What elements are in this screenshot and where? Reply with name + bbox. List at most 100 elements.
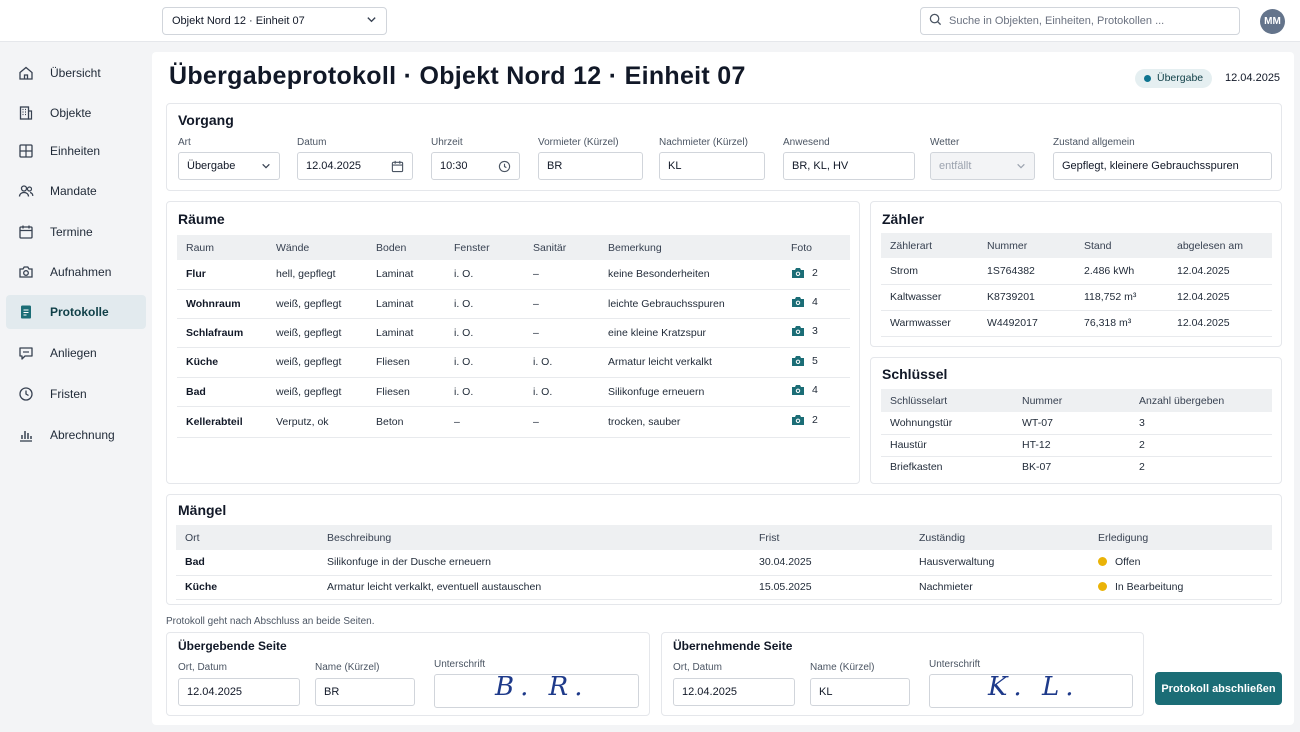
photo-count: 2 [812,414,818,426]
search-input[interactable] [949,15,1219,27]
sidebar-item-protokolle[interactable]: Protokolle [6,295,146,329]
column-header: Zuständig [910,525,1089,550]
cell-raum: Wohnraum [177,289,267,319]
camera-icon [19,266,33,278]
header-date: 12.04.2025 [1225,72,1281,84]
column-header: Foto [782,235,850,260]
sidebar-item-mandate[interactable]: Mandate [6,174,146,208]
cell-anzahl: 3 [1130,412,1272,435]
table-row[interactable]: Warmwasser W4492017 76,318 m³ 12.04.2025 [881,310,1272,337]
wetter-select: entfällt [930,152,1035,180]
cell-foto[interactable]: 4 [782,377,850,407]
sidebar-item-termine[interactable]: Termine [6,215,146,249]
column-header: Raum [177,235,267,260]
table-row[interactable]: Kaltwasser K8739201 118,752 m³ 12.04.202… [881,284,1272,311]
table-row[interactable]: Kellerabteil Verputz, ok Beton – – trock… [177,406,850,438]
sidebar-item-aufnahmen[interactable]: Aufnahmen [6,255,146,289]
cell-fenster: i. O. [445,260,524,290]
table-row[interactable]: Bad weiß, gepflegt Fliesen i. O. i. O. S… [177,377,850,407]
table-row[interactable]: Flur hell, gepflegt Laminat i. O. – kein… [177,260,850,290]
cell-frist: 30.04.2025 [750,550,910,576]
user-avatar[interactable]: MM [1260,9,1285,34]
table-row[interactable]: Haustür HT-12 2 [881,434,1272,457]
calendar-icon[interactable] [391,160,404,173]
cell-waende: weiß, gepflegt [267,289,367,319]
table-row[interactable]: Bad Silikonfuge in der Dusche erneuern 3… [176,550,1272,576]
column-header: Ort [176,525,318,550]
cell-foto[interactable]: 5 [782,347,850,378]
object-unit-selector[interactable]: Objekt Nord 12 · Einheit 07 [162,7,387,35]
uebernehmend-signature-pad[interactable]: K. L. [929,672,1133,708]
anwesend-label: Anwesend [783,137,830,148]
camera-icon [792,415,804,425]
table-row[interactable]: Wohnungstür WT-07 3 [881,412,1272,435]
column-header: Nummer [1013,389,1130,412]
sidebar-item-label: Fristen [50,387,87,401]
cell-foto[interactable]: 3 [782,318,850,348]
cell-bemerkung: trocken, sauber [599,406,782,438]
cell-sanitaer: – [524,289,599,319]
chevron-down-icon [1016,161,1026,171]
cell-beschreibung: Silikonfuge in der Dusche erneuern [318,550,750,576]
table-row[interactable]: Küche Armatur leicht verkalkt, eventuell… [176,575,1272,600]
uebergebend-signature-pad[interactable]: B. R. [434,672,639,708]
nachmieter-label: Nachmieter (Kürzel) [659,137,748,148]
photo-count: 2 [812,266,818,279]
uebernehmend-name-field[interactable]: KL [810,678,910,706]
table-header: Schlüsselart Nummer Anzahl übergeben [881,389,1272,412]
table-row[interactable]: Strom 1S764382 2.486 kWh 12.04.2025 [881,258,1272,285]
wetter-value: entfällt [939,160,972,172]
zustand-field[interactable]: Gepflegt, kleinere Gebrauchsspuren [1053,152,1272,180]
cell-fenster: i. O. [445,289,524,319]
units-icon [19,144,33,158]
cell-fenster: i. O. [445,347,524,378]
clock-icon[interactable] [498,160,511,173]
column-header: Schlüsselart [881,389,1013,412]
cell-foto[interactable]: 2 [782,406,850,438]
cell-nummer: BK-07 [1022,461,1052,474]
column-header: Frist [750,525,910,550]
uhrzeit-field[interactable]: 10:30 [431,152,520,180]
table-row[interactable]: Schlafraum weiß, gepflegt Laminat i. O. … [177,318,850,348]
zaehler-table: Zählerart Nummer Stand abgelesen am Stro… [881,233,1272,337]
sidebar-item-label: Protokolle [50,305,109,319]
uebergebend-title: Übergebende Seite [178,639,287,653]
uebernehmend-ort-datum-field[interactable]: 12.04.2025 [673,678,795,706]
cell-schluesselart: Haustür [881,434,1013,457]
sidebar-item-fristen[interactable]: Fristen [6,377,146,411]
cell-schluesselart: Briefkasten [890,461,943,474]
wetter-label: Wetter [930,137,960,148]
datum-field[interactable]: 12.04.2025 [297,152,413,180]
maengel-table: Ort Beschreibung Frist Zuständig Erledig… [176,525,1272,600]
uhrzeit-value: 10:30 [440,160,468,172]
raeume-table: Raum Wände Boden Fenster Sanitär Bemerku… [177,235,850,438]
table-row[interactable]: Briefkasten BK-07 2 [881,456,1272,478]
zaehler-title: Zähler [882,211,925,227]
cell-datum: 12.04.2025 [1168,310,1272,337]
global-search[interactable] [920,7,1240,35]
table-row[interactable]: Wohnraum weiß, gepflegt Laminat i. O. – … [177,289,850,319]
uebergebend-ort-datum-field[interactable]: 12.04.2025 [178,678,300,706]
cell-raum: Flur [177,260,267,290]
table-header: Raum Wände Boden Fenster Sanitär Bemerku… [177,235,850,260]
finish-protocol-button[interactable]: Protokoll abschließen [1155,672,1282,705]
nachmieter-field[interactable]: KL [659,152,765,180]
sidebar-item-uebersicht[interactable]: Übersicht [6,56,146,90]
vormieter-field[interactable]: BR [538,152,643,180]
uebergebend-name-field[interactable]: BR [315,678,415,706]
sidebar-item-abrechnung[interactable]: Abrechnung [6,418,146,452]
cell-foto[interactable]: 4 [782,289,850,319]
cell-fenster: – [445,406,524,438]
sidebar-item-objekte[interactable]: Objekte [6,96,146,130]
sidebar-item-einheiten[interactable]: Einheiten [6,134,146,168]
sidebar-item-anliegen[interactable]: Anliegen [6,336,146,370]
table-row[interactable]: Küche weiß, gepflegt Fliesen i. O. i. O.… [177,347,850,378]
anwesend-field[interactable]: BR, KL, HV [783,152,915,180]
sidebar-item-label: Anliegen [50,346,97,360]
art-select[interactable]: Übergabe [178,152,280,180]
cell-foto[interactable]: 2 [782,260,850,290]
column-header: Stand [1075,233,1168,258]
column-header: Wände [267,235,367,260]
clock-icon [19,387,33,401]
page-title: Übergabeprotokoll · Objekt Nord 12 · Ein… [169,62,746,90]
